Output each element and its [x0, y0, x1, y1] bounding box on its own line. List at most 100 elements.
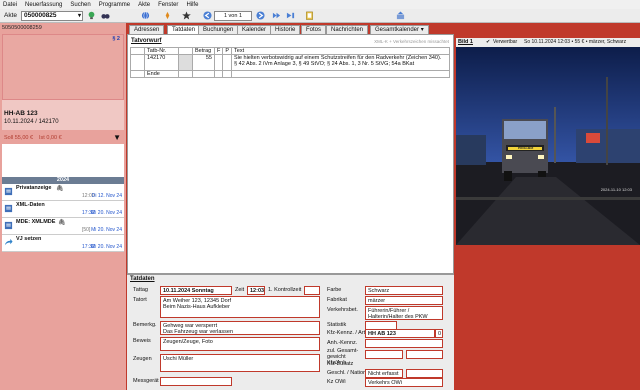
menu-akte[interactable]: Akte	[138, 2, 150, 8]
skip-icon[interactable]	[286, 11, 295, 20]
akte-input[interactable]: 050000825 ▾	[21, 11, 83, 21]
kfz-art-value: 0	[438, 331, 442, 337]
tatdaten-title: Tatdaten	[130, 276, 155, 282]
globe-icon[interactable]	[141, 11, 150, 20]
geschl-value: Nicht erfasst	[368, 371, 399, 377]
menu-hilfe[interactable]: Hilfe	[186, 2, 198, 8]
col-f: F	[213, 47, 224, 55]
document-icon	[4, 187, 13, 196]
tattag-value: 10.11.2024 Sonntag	[163, 288, 214, 294]
tatdaten-panel: Tatdaten Tattag 10.11.2024 Sonntag Zeit …	[127, 274, 454, 390]
col-text: Text	[231, 47, 450, 55]
item-title: XML-Daten	[16, 202, 45, 208]
menu-suchen[interactable]: Suchen	[70, 2, 90, 8]
tab-tatdaten[interactable]: Tatdaten	[167, 25, 201, 34]
tab-gesamtkalender[interactable]: Gesamtkalender ▾	[370, 25, 429, 34]
kontrollzeit-field[interactable]	[304, 286, 320, 295]
tatvorwurf-table: Tatb-Nr. Betrag F P Text 142170 55 Sie h…	[130, 47, 450, 78]
list-item[interactable]: MDE: XMLMDE 🖇 [50] Mi 20. Nov 24	[2, 218, 124, 235]
cell-lookup[interactable]	[178, 54, 193, 71]
cell-f[interactable]	[213, 54, 224, 71]
kzowi-field[interactable]: Verkehrs OWi	[365, 378, 443, 387]
zeit-field[interactable]: 12:03	[247, 286, 265, 295]
tattag-field[interactable]: 10.11.2024 Sonntag	[160, 286, 232, 295]
fabrikat-label: Fabrikat	[327, 297, 347, 303]
gesamt-kfz-field[interactable]	[365, 350, 403, 359]
gesamt-anh-field[interactable]	[406, 350, 443, 359]
tatvorwurf-note: XML-K + Verkehrszeichen missachtet	[374, 39, 449, 44]
menu-neuerfassung[interactable]: Neuerfassung	[25, 2, 62, 8]
last-page-icon[interactable]	[272, 11, 281, 20]
cell-tatbnr[interactable]: 142170	[144, 54, 179, 71]
chevron-down-icon[interactable]: ▾	[78, 12, 81, 20]
kzowi-value: Verkehrs OWi	[368, 380, 402, 386]
tab-nachrichten[interactable]: Nachrichten	[326, 25, 369, 34]
check-icon[interactable]: ✔	[486, 39, 490, 45]
arrow-left-icon[interactable]	[203, 11, 212, 20]
cell-text[interactable]: Sie hielten verbotswidrig auf einem Schu…	[231, 54, 450, 71]
pin-icon[interactable]	[163, 11, 172, 20]
zeit-value: 12:03	[250, 288, 265, 294]
tatort-field[interactable]: Am Weiher 123, 12345 Dorf Beim Nazis-Hau…	[160, 296, 320, 318]
attachment-icon: 🖇	[58, 220, 66, 226]
attachment-icon: 🖇	[56, 186, 64, 192]
binoculars-icon[interactable]	[101, 11, 110, 20]
zeugen-field[interactable]: Uschi Müller	[160, 354, 320, 372]
photo-image[interactable]: POOLHEIZ 2024-11-10 12:03	[456, 47, 640, 245]
photo-timestamp: 2024-11-10 12:03	[600, 187, 632, 192]
item-date: Mi 20. Nov 24	[91, 244, 122, 250]
export-icon[interactable]	[396, 11, 405, 20]
beweis-value: Zeugen/Zeuge, Foto	[163, 339, 213, 345]
tab-historie[interactable]: Historie	[270, 25, 301, 34]
clipboard-icon[interactable]	[305, 11, 314, 20]
messgeraet-field[interactable]	[160, 377, 232, 386]
notes-box[interactable]	[2, 144, 124, 177]
pager-field[interactable]: 1 von 1	[214, 11, 252, 21]
geschl-label: Geschl. / Nation	[327, 370, 367, 376]
tab-kalender[interactable]: Kalender	[237, 25, 272, 34]
tatort-line-2: Beim Nazis-Haus Aufkleber	[163, 304, 230, 310]
bemerkung-label: Bemerkg.	[133, 322, 157, 328]
list-item[interactable]: VJ setzen 17:32 Mi 20. Nov 24	[2, 235, 124, 252]
nation-field[interactable]	[406, 369, 443, 378]
kfz-label: Kfz-Kennz. / Art	[327, 330, 366, 336]
anh-field[interactable]	[365, 339, 443, 348]
menu-fenster[interactable]: Fenster	[158, 2, 178, 8]
list-item[interactable]: XML-Daten 17:32 Mi 20. Nov 24	[2, 201, 124, 218]
table-row[interactable]: 142170 55 Sie hielten verbotswidrig auf …	[130, 54, 450, 71]
truck-logo-text: POOLHEIZ	[518, 146, 534, 150]
kfz-art-field[interactable]: 0	[435, 329, 443, 338]
item-date: Mi 20. Nov 24	[91, 210, 122, 216]
col-betrag: Betrag	[192, 47, 215, 55]
verkehrsbet-line-2: Halterin/Halter des PKW	[368, 314, 428, 320]
beweis-field[interactable]: Zeugen/Zeuge, Foto	[160, 337, 320, 351]
list-item[interactable]: Privatanzeige 🖇 12:00 Di 12. Nov 24	[2, 184, 124, 201]
tab-fotos[interactable]: Fotos	[301, 25, 327, 34]
verkehrsbet-field[interactable]: Führerin/Führer / Halterin/Halter des PK…	[365, 306, 443, 320]
kfz-field[interactable]: HH AB 123	[365, 329, 435, 338]
bemerkung-field[interactable]: Gehweg war versperrt Das Fahrzeug war ve…	[160, 321, 320, 335]
table-row[interactable]: Ende	[130, 70, 450, 78]
tab-adressen[interactable]: Adressen	[129, 25, 165, 34]
cell-p[interactable]	[222, 54, 233, 71]
col-p: P	[222, 47, 233, 55]
zeugen-label: Zeugen	[133, 356, 152, 362]
bulb-icon[interactable]	[87, 11, 96, 20]
item-title: VJ setzen	[16, 236, 42, 242]
row-marker	[130, 70, 145, 78]
tab-buchungen[interactable]: Buchungen	[198, 25, 239, 34]
anh-label: Anh.-Kennz.	[327, 340, 358, 346]
star-icon[interactable]	[182, 11, 191, 20]
table-header-row: Tatb-Nr. Betrag F P Text	[130, 47, 450, 55]
collapse-icon[interactable]: ▼	[113, 133, 121, 142]
arrow-right-icon[interactable]	[256, 11, 265, 20]
forward-arrow-icon	[4, 238, 13, 246]
geschl-field[interactable]: Nicht erfasst	[365, 369, 403, 378]
case-number: 5050500008259	[2, 25, 42, 31]
farbe-field[interactable]: Schwarz	[365, 286, 443, 295]
menu-programme[interactable]: Programme	[99, 2, 130, 8]
menu-datei[interactable]: Datei	[3, 2, 17, 8]
item-date: Di 12. Nov 24	[91, 193, 122, 199]
cell-betrag[interactable]: 55	[192, 54, 215, 71]
fabrikat-field[interactable]: märzer	[365, 296, 443, 305]
